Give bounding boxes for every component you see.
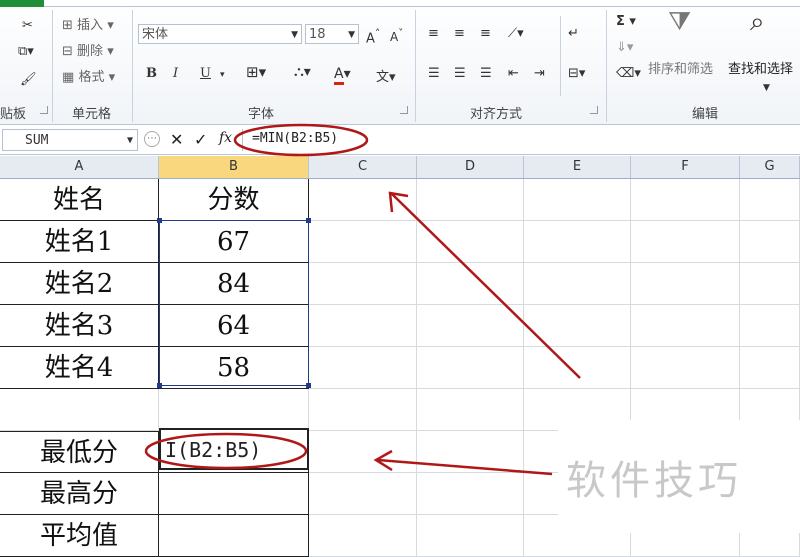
cell-highlight-ellipse (144, 432, 308, 470)
arrow-line (391, 193, 581, 379)
arrow-line (377, 458, 553, 476)
annotation-layer (144, 123, 581, 476)
formula-highlight-ellipse (233, 123, 369, 157)
